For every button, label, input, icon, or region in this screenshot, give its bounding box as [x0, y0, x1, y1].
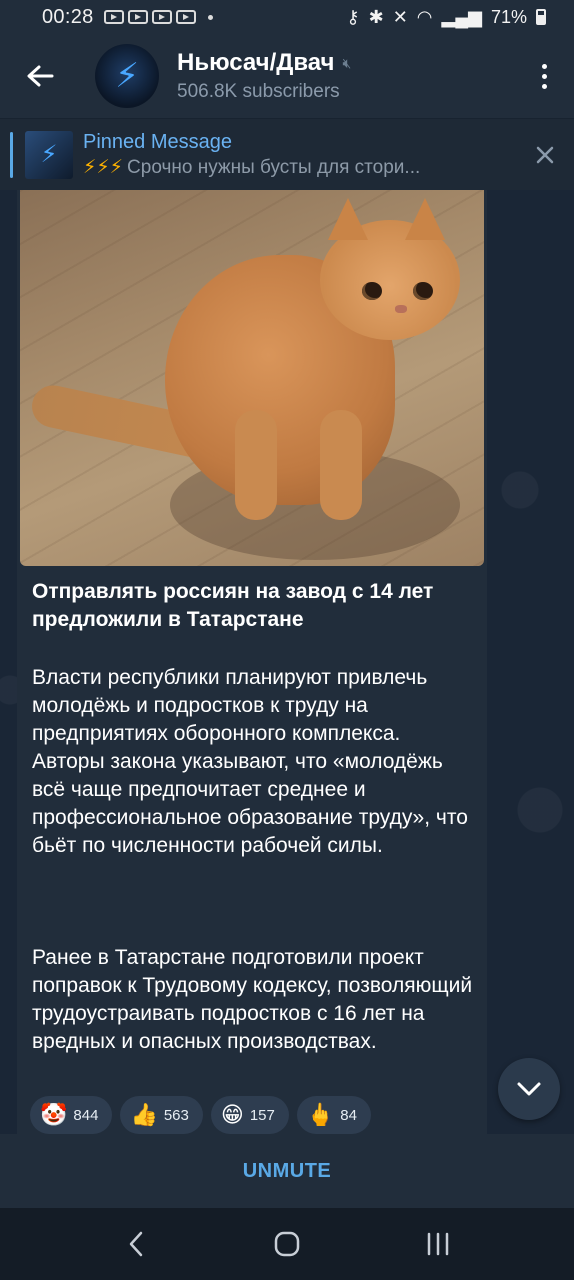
reaction-middle-finger[interactable]: 🖕 84: [296, 1096, 371, 1134]
channel-info[interactable]: Ньюсач/Двач 🔇︎ 506.8K subscribers: [177, 49, 351, 103]
notification-icon: [103, 10, 124, 24]
close-icon: [536, 146, 554, 163]
more-menu-button[interactable]: [514, 34, 574, 118]
reaction-clown[interactable]: 🤡 844: [30, 1096, 113, 1134]
subscriber-count: 506.8K subscribers: [177, 81, 340, 102]
reaction-count: 563: [163, 1106, 189, 1124]
notification-icon: [175, 10, 196, 24]
nav-home-icon: [274, 1231, 300, 1257]
nav-back-icon: [129, 1231, 142, 1257]
unmute-button[interactable]: UNMUTE: [243, 1160, 332, 1183]
clown-icon: 🤡: [40, 1102, 68, 1127]
muted-icon: 🔇︎: [342, 54, 352, 71]
nav-back-button[interactable]: [106, 1214, 166, 1274]
signal-icon: ▂▄▆: [441, 6, 482, 27]
more-notifications-icon: [207, 14, 213, 20]
reaction-grin[interactable]: 😁 157: [210, 1096, 289, 1134]
grin-icon: 😁: [220, 1102, 244, 1127]
reaction-thumbs-up[interactable]: 👍 563: [120, 1096, 203, 1134]
message-title: Отправлять россиян на завод с 14 лет пре…: [32, 580, 434, 631]
back-arrow-icon: [27, 65, 54, 87]
pinned-preview: ⚡⚡⚡ Срочно нужны бусты для стори...: [83, 156, 421, 178]
chat-header: ⚡ Ньюсач/Двач 🔇︎ 506.8K subscribers: [0, 34, 574, 118]
channel-avatar[interactable]: ⚡: [95, 44, 159, 108]
pinned-message-bar[interactable]: ⚡ Pinned Message ⚡⚡⚡ Срочно нужны бусты д…: [0, 118, 574, 190]
pinned-thumbnail: ⚡: [25, 130, 73, 179]
nav-home-button[interactable]: [257, 1214, 317, 1274]
notification-icons: [103, 10, 213, 24]
reaction-count: 844: [73, 1106, 99, 1124]
pinned-indicator: [10, 131, 13, 178]
nav-recents-icon: [428, 1232, 449, 1256]
reaction-count: 157: [249, 1106, 275, 1124]
reactions-row: 🤡 844 👍 563 😁 157 🖕 84: [30, 1096, 371, 1134]
message-paragraph: Ранее в Татарстане подготовили проект по…: [32, 946, 473, 1053]
channel-title: Ньюсач/Двач: [177, 49, 335, 76]
message-paragraph: Власти республики планируют привлечь мол…: [32, 666, 468, 857]
notification-icon: [127, 10, 148, 24]
message-bubble[interactable]: Отправлять россиян на завод с 14 лет пре…: [17, 190, 487, 1134]
message-photo[interactable]: [20, 190, 484, 566]
key-icon: ⚷: [346, 6, 360, 27]
chat-area[interactable]: Отправлять россиян на завод с 14 лет пре…: [0, 190, 574, 1134]
chevron-down-icon: [517, 1082, 541, 1096]
bottom-bar: UNMUTE: [0, 1134, 574, 1208]
wifi-icon: ◠: [416, 6, 433, 27]
lightning-icon: ⚡⚡⚡: [83, 156, 124, 178]
middle-finger-icon: 🖕: [306, 1102, 335, 1127]
status-bar: 00:28 ⚷ ✱ ✕ ◠ ▂▄▆ 71%: [0, 0, 574, 34]
scroll-down-button[interactable]: [498, 1058, 560, 1120]
battery-level: 71%: [490, 6, 527, 27]
reaction-count: 84: [340, 1106, 357, 1124]
more-vertical-icon: [541, 63, 547, 69]
notification-icon: [151, 10, 172, 24]
nav-recents-button[interactable]: [408, 1214, 468, 1274]
pinned-title: Pinned Message: [83, 130, 232, 153]
lightning-icon: ⚡: [115, 57, 139, 95]
close-pinned-button[interactable]: [516, 119, 574, 191]
system-nav-bar: [0, 1208, 574, 1280]
mute-status-icon: ✕: [392, 6, 408, 27]
status-time: 00:28: [42, 5, 94, 28]
bluetooth-icon: ✱: [368, 6, 384, 27]
back-button[interactable]: [0, 34, 80, 118]
system-status: ⚷ ✱ ✕ ◠ ▂▄▆ 71%: [346, 7, 546, 28]
thumbs-up-icon: 👍: [130, 1102, 158, 1127]
battery-icon: [536, 9, 546, 25]
